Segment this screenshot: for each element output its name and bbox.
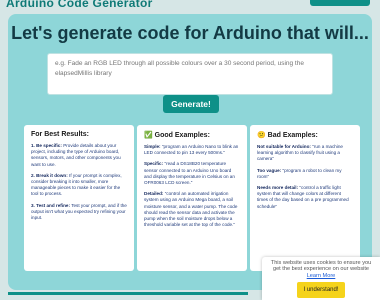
generate-button[interactable]: Generate! [163,95,219,113]
good-examples-title: ✅ Good Examples: [144,132,210,139]
brand-logo-text[interactable]: Arduino Code Generator [6,0,153,10]
tip-label: 3. Test and refine: [31,202,70,208]
example-item: Too vague: "program a robot to clean my … [257,168,353,180]
example-item: Not suitable for Arduino: "run a machine… [257,144,353,163]
cookie-text: This website uses cookies to ensure you … [270,260,372,273]
tip-item: 1. Be specific: Provide details about yo… [31,143,127,168]
example-item: Needs more detail: "control a traffic li… [257,185,353,210]
nav-button[interactable] [310,0,370,6]
example-label: Too vague: [257,167,282,173]
tip-label: 1. Be specific: [31,143,62,148]
example-item: Detailed: "control an automated irrigati… [144,191,240,228]
tip-label: 2. Break it down: [31,172,68,178]
tip-item: 3. Test and refine: Test your prompt, an… [31,203,127,222]
prompt-input[interactable] [47,53,333,95]
example-label: Specific: [144,161,164,167]
top-nav: Arduino Code Generator [0,0,380,10]
example-label: Detailed: [144,191,164,197]
page-title: Let's generate code for Arduino that wil… [11,23,369,43]
good-examples-panel: ✅ Good Examples: Simple: "program an Ard… [137,125,247,271]
example-item: Simple: "program an Arduino Nano to blin… [144,144,240,156]
bad-examples-title: 😕 Bad Examples: [257,132,318,139]
learn-more-link[interactable]: Learn More [307,273,336,279]
example-item: Specific: "read a DS18B20 temperature se… [144,161,240,186]
example-text: "control an automated irrigation system … [144,191,238,228]
best-results-panel: For Best Results: 1. Be specific: Provid… [24,125,134,271]
footer-divider [8,292,248,295]
cookie-accept-button[interactable]: I understand! [297,282,345,299]
example-label: Not suitable for Arduino: [257,144,311,149]
best-results-title: For Best Results: [31,131,89,138]
tip-item: 2. Break it down: If your prompt is comp… [31,173,127,198]
generator-card: Let's generate code for Arduino that wil… [8,14,372,290]
example-label: Needs more detail: [257,185,299,191]
example-label: Simple: [144,144,161,149]
bad-examples-panel: 😕 Bad Examples: Not suitable for Arduino… [250,125,360,271]
page: Arduino Code Generator Let's generate co… [0,0,380,300]
cookie-banner: This website uses cookies to ensure you … [262,257,380,300]
